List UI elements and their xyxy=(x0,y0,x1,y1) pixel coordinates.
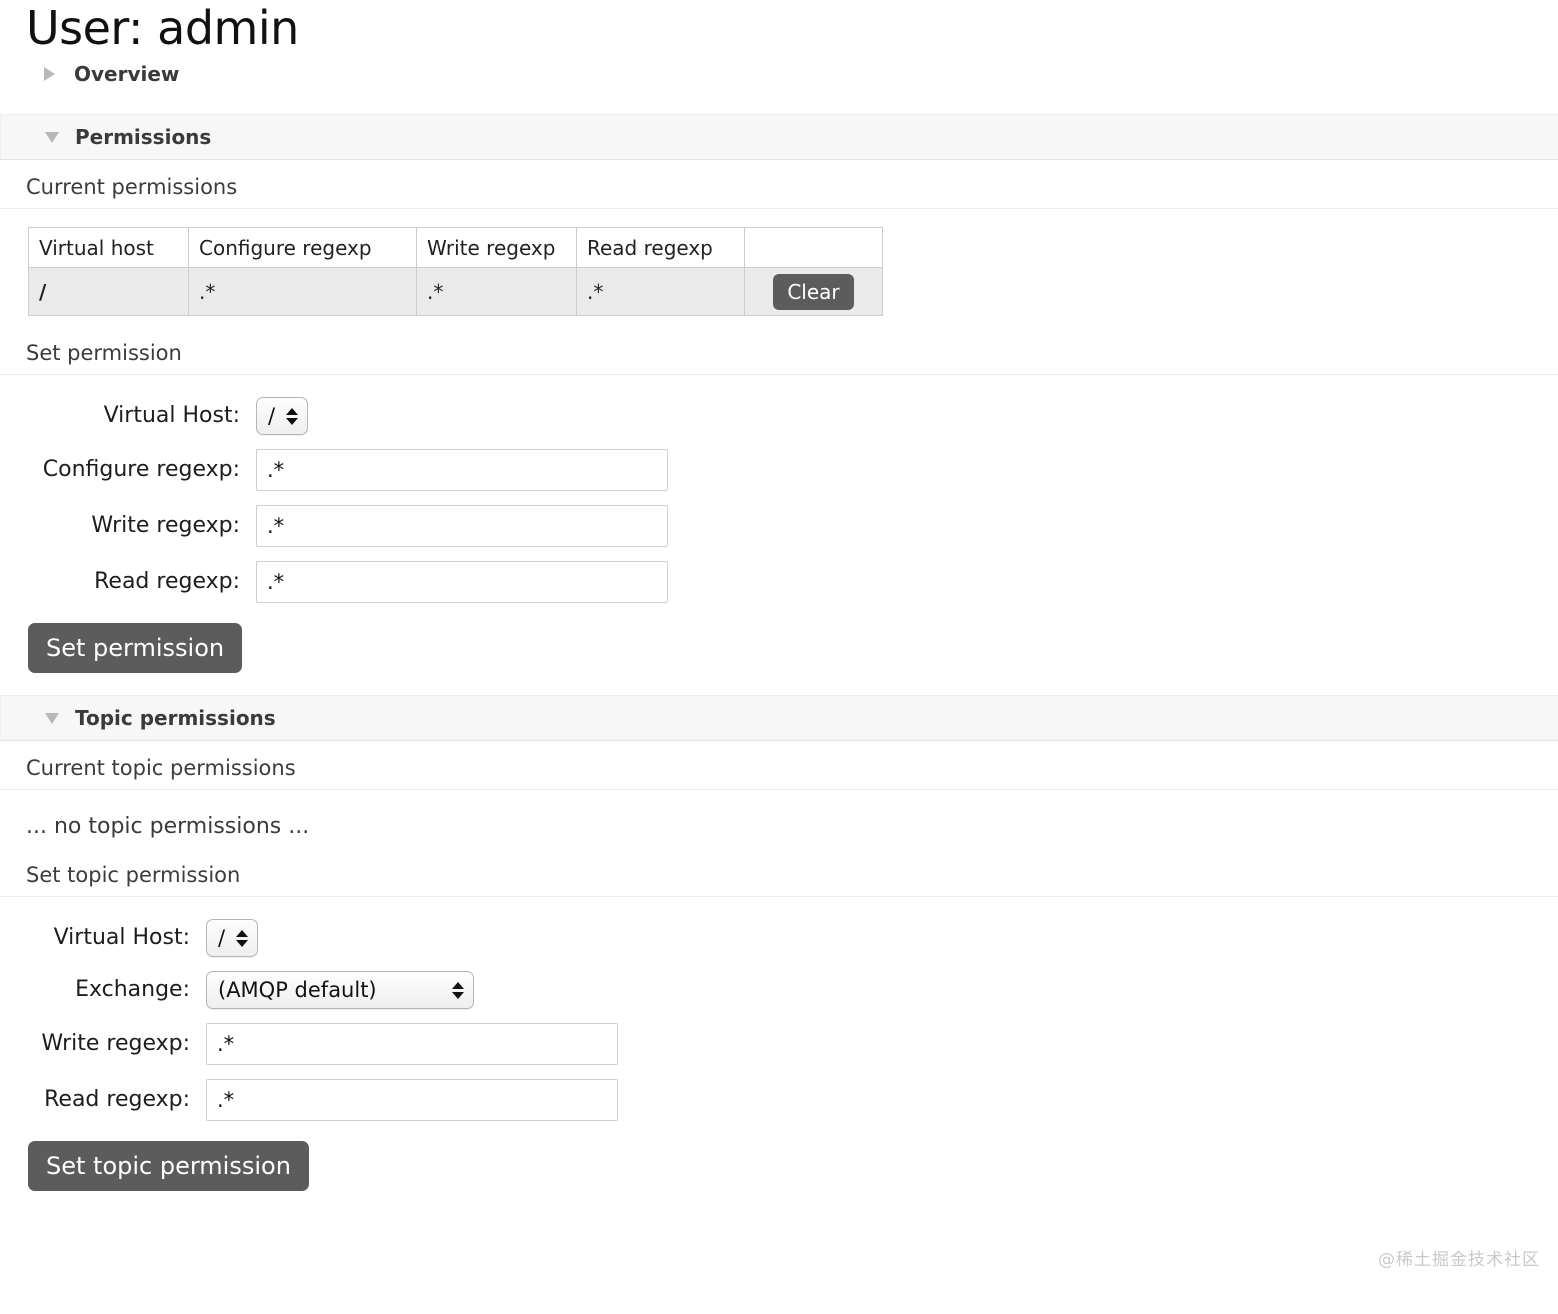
cell-virtual-host: / xyxy=(28,267,189,316)
field-row-write-regexp: Write regexp: xyxy=(0,505,1558,547)
table-row: / .* .* .* Clear xyxy=(28,267,883,316)
topic-virtual-host-select[interactable]: / xyxy=(206,919,258,957)
topic-label-read-regexp: Read regexp: xyxy=(44,1087,190,1112)
topic-write-regexp-input[interactable] xyxy=(206,1023,618,1065)
write-regexp-input[interactable] xyxy=(256,505,668,547)
stepper-arrows-icon[interactable] xyxy=(452,981,466,999)
column-header-configure-regexp: Configure regexp xyxy=(188,227,417,268)
topic-read-regexp-input[interactable] xyxy=(206,1079,618,1121)
label-write-regexp: Write regexp: xyxy=(91,513,240,538)
triangle-down-icon[interactable] xyxy=(45,712,59,724)
section-header-overview-label: Overview xyxy=(74,62,180,86)
triangle-down-icon[interactable] xyxy=(45,131,59,143)
current-permissions-heading: Current permissions xyxy=(0,172,1558,209)
exchange-select[interactable]: (AMQP default) xyxy=(206,971,474,1009)
virtual-host-select[interactable]: / xyxy=(256,397,308,435)
page-title: User: admin xyxy=(26,1,299,55)
cell-configure-regexp: .* xyxy=(188,267,417,316)
read-regexp-input[interactable] xyxy=(256,561,668,603)
exchange-select-value: (AMQP default) xyxy=(218,978,377,1002)
cell-read-regexp: .* xyxy=(576,267,745,316)
section-header-permissions[interactable]: Permissions xyxy=(0,114,1558,160)
topic-label-exchange: Exchange: xyxy=(75,977,190,1002)
set-permission-actions: Set permission xyxy=(0,623,1558,673)
section-header-topic-permissions-label: Topic permissions xyxy=(75,706,276,730)
set-topic-permission-button[interactable]: Set topic permission xyxy=(28,1141,309,1191)
section-header-permissions-label: Permissions xyxy=(75,125,212,149)
column-header-write-regexp: Write regexp xyxy=(416,227,577,268)
topic-label-virtual-host: Virtual Host: xyxy=(53,925,190,950)
label-virtual-host: Virtual Host: xyxy=(103,403,240,428)
current-permissions-table: Virtual host Configure regexp Write rege… xyxy=(28,227,883,316)
set-topic-permission-form: Virtual Host: / Exchange: (AMQP default)… xyxy=(0,919,1558,1191)
cell-actions: Clear xyxy=(744,267,883,316)
set-topic-permission-actions: Set topic permission xyxy=(0,1141,1558,1191)
field-row-read-regexp: Read regexp: xyxy=(0,561,1558,603)
stepper-arrows-icon[interactable] xyxy=(286,407,300,425)
triangle-right-icon[interactable] xyxy=(44,67,55,81)
current-topic-permissions-heading: Current topic permissions xyxy=(0,753,1558,790)
topic-field-row-read-regexp: Read regexp: xyxy=(0,1079,1558,1121)
topic-label-write-regexp: Write regexp: xyxy=(41,1031,190,1056)
label-configure-regexp: Configure regexp: xyxy=(42,457,240,482)
watermark: @稀土掘金技术社区 xyxy=(1378,1250,1540,1270)
configure-regexp-input[interactable] xyxy=(256,449,668,491)
cell-write-regexp: .* xyxy=(416,267,577,316)
column-header-actions xyxy=(744,227,883,268)
set-topic-permission-heading: Set topic permission xyxy=(0,860,1558,897)
table-header-row: Virtual host Configure regexp Write rege… xyxy=(28,227,883,268)
set-permission-button[interactable]: Set permission xyxy=(28,623,243,673)
virtual-host-select-value: / xyxy=(268,404,276,428)
topic-field-row-virtual-host: Virtual Host: / xyxy=(0,919,1558,957)
field-row-configure-regexp: Configure regexp: xyxy=(0,449,1558,491)
topic-virtual-host-select-value: / xyxy=(218,926,226,950)
section-header-overview[interactable]: Overview xyxy=(0,56,1558,92)
topic-field-row-write-regexp: Write regexp: xyxy=(0,1023,1558,1065)
column-header-virtual-host: Virtual host xyxy=(28,227,189,268)
no-topic-permissions-message: ... no topic permissions ... xyxy=(26,814,310,839)
stepper-arrows-icon[interactable] xyxy=(236,929,250,947)
clear-permission-button[interactable]: Clear xyxy=(773,273,854,310)
section-header-topic-permissions[interactable]: Topic permissions xyxy=(0,695,1558,741)
column-header-read-regexp: Read regexp xyxy=(576,227,745,268)
label-read-regexp: Read regexp: xyxy=(94,569,240,594)
topic-field-row-exchange: Exchange: (AMQP default) xyxy=(0,971,1558,1009)
set-permission-form: Virtual Host: / Configure regexp: Write … xyxy=(0,397,1558,673)
field-row-virtual-host: Virtual Host: / xyxy=(0,397,1558,435)
set-permission-heading: Set permission xyxy=(0,338,1558,375)
